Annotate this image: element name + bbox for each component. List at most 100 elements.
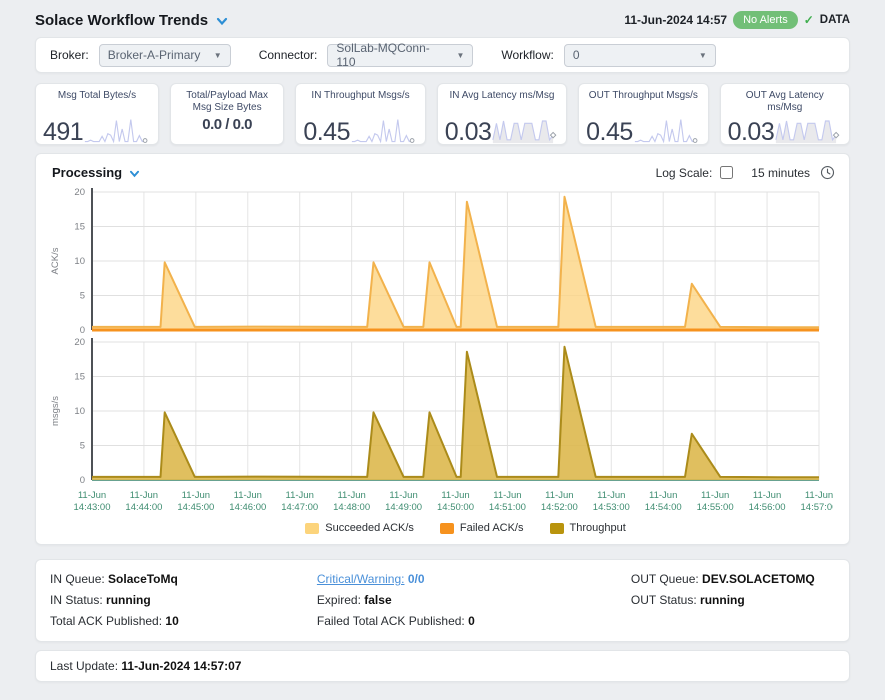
legend-label: Failed ACK/s xyxy=(460,522,524,534)
broker-select[interactable]: Broker-A-Primary ▼ xyxy=(99,44,231,67)
details-col-out: OUT Queue: DEV.SOLACETOMQ OUT Status: ru… xyxy=(631,569,835,632)
header-timestamp: 11-Jun-2024 14:57 xyxy=(624,13,727,27)
sparkline-chart xyxy=(633,113,701,145)
metric-label: IN Avg Latency ms/Msg xyxy=(445,90,559,113)
log-scale-label: Log Scale: xyxy=(656,166,713,180)
svg-text:15: 15 xyxy=(74,372,85,383)
svg-text:11-Jun14:48:00: 11-Jun14:48:00 xyxy=(333,490,370,513)
svg-text:11-Jun14:57:00: 11-Jun14:57:00 xyxy=(801,490,833,513)
legend-item[interactable]: Succeeded ACK/s xyxy=(305,522,414,534)
last-update-value: 11-Jun-2024 14:57:07 xyxy=(121,659,241,673)
log-scale-checkbox[interactable] xyxy=(720,166,733,179)
no-alerts-badge: No Alerts xyxy=(733,11,798,29)
msgs-per-sec-chart: 05101520msgs/s xyxy=(46,336,833,486)
out-queue-label: OUT Queue: xyxy=(631,572,699,586)
svg-text:11-Jun14:54:00: 11-Jun14:54:00 xyxy=(645,490,682,513)
expired-value: false xyxy=(364,593,391,607)
in-status-label: IN Status: xyxy=(50,593,103,607)
metric-label: Total/Payload Max Msg Size Bytes xyxy=(178,90,276,113)
last-update-panel: Last Update: 11-Jun-2024 14:57:07 xyxy=(35,650,850,682)
processing-panel: Processing Log Scale: 15 minutes 0 5 10 15 2… xyxy=(35,153,850,545)
in-queue-label: IN Queue: xyxy=(50,572,105,586)
svg-text:20: 20 xyxy=(74,337,85,348)
metric-value: 0.03 xyxy=(445,121,492,145)
metric-label: IN Throughput Msgs/s xyxy=(303,90,417,113)
svg-text:msgs/s: msgs/s xyxy=(50,396,61,426)
data-check-icon: ✓ xyxy=(804,13,814,27)
metric-label: Msg Total Bytes/s xyxy=(43,90,151,113)
chart-legend: Succeeded ACK/s Failed ACK/s Throughput xyxy=(92,522,839,534)
svg-text:11-Jun14:45:00: 11-Jun14:45:00 xyxy=(177,490,214,513)
connector-label: Connector: xyxy=(259,48,318,62)
total-ack-published-value: 10 xyxy=(165,614,178,628)
sparkline-chart xyxy=(83,113,151,145)
processing-title: Processing xyxy=(52,165,122,180)
out-status-value: running xyxy=(700,593,745,607)
metric-value: 0.45 xyxy=(303,121,350,145)
broker-label: Broker: xyxy=(50,48,89,62)
connector-select-value: SolLab-MQConn-110 xyxy=(336,41,448,69)
metric-card-max-msg-size: Total/Payload Max Msg Size Bytes 0.0 / 0… xyxy=(170,83,284,145)
metric-card-out-throughput: OUT Throughput Msgs/s 0.45 xyxy=(578,83,708,145)
svg-text:11-Jun14:47:00: 11-Jun14:47:00 xyxy=(281,490,318,513)
svg-text:0: 0 xyxy=(80,475,85,486)
metric-value: 0.0 / 0.0 xyxy=(178,118,276,132)
ack-per-sec-chart: 05101520ACK/s xyxy=(46,186,833,336)
expired-label: Expired: xyxy=(317,593,361,607)
in-status-value: running xyxy=(106,593,151,607)
svg-text:0: 0 xyxy=(80,325,85,336)
legend-swatch xyxy=(440,523,454,534)
legend-swatch xyxy=(550,523,564,534)
last-update-label: Last Update: xyxy=(50,659,118,673)
legend-label: Throughput xyxy=(570,522,626,534)
legend-label: Succeeded ACK/s xyxy=(325,522,414,534)
failed-total-ack-label: Failed Total ACK Published: xyxy=(317,614,465,628)
svg-text:11-Jun14:51:00: 11-Jun14:51:00 xyxy=(489,490,526,513)
failed-total-ack-value: 0 xyxy=(468,614,475,628)
metric-label: OUT Avg Latency ms/Msg xyxy=(728,90,842,113)
title-dropdown-chevron-icon[interactable] xyxy=(216,17,228,26)
chevron-down-icon: ▼ xyxy=(214,51,222,60)
connector-select[interactable]: SolLab-MQConn-110 ▼ xyxy=(327,44,473,67)
workflow-select-value: 0 xyxy=(573,48,580,62)
workflow-details-panel: IN Queue: SolaceToMq IN Status: running … xyxy=(35,559,850,642)
legend-item[interactable]: Failed ACK/s xyxy=(440,522,524,534)
svg-text:11-Jun14:53:00: 11-Jun14:53:00 xyxy=(593,490,630,513)
svg-text:10: 10 xyxy=(74,256,85,267)
svg-text:11-Jun14:56:00: 11-Jun14:56:00 xyxy=(749,490,786,513)
svg-text:15: 15 xyxy=(74,222,85,233)
svg-text:5: 5 xyxy=(80,291,85,302)
page-title: Solace Workflow Trends xyxy=(35,12,208,29)
processing-dropdown-chevron-icon[interactable] xyxy=(129,170,140,178)
clock-icon[interactable] xyxy=(820,165,835,180)
legend-item[interactable]: Throughput xyxy=(550,522,626,534)
sparkline-chart xyxy=(491,113,559,145)
svg-text:11-Jun14:50:00: 11-Jun14:50:00 xyxy=(437,490,474,513)
svg-text:11-Jun14:46:00: 11-Jun14:46:00 xyxy=(229,490,266,513)
details-col-mid: Critical/Warning: 0/0 Expired: false Fai… xyxy=(317,569,631,632)
metric-cards-row: Msg Total Bytes/s 491 Total/Payload Max … xyxy=(35,83,850,145)
metric-value: 491 xyxy=(43,121,83,145)
data-badge: DATA xyxy=(820,14,850,26)
svg-text:11-Jun14:43:00: 11-Jun14:43:00 xyxy=(74,490,111,513)
metric-value: 0.03 xyxy=(728,121,775,145)
time-axis: 11-Jun14:43:00 11-Jun14:44:00 11-Jun14:45:… xyxy=(46,486,833,520)
svg-text:11-Jun14:52:00: 11-Jun14:52:00 xyxy=(541,490,578,513)
workflow-select[interactable]: 0 ▼ xyxy=(564,44,716,67)
workflow-label: Workflow: xyxy=(501,48,553,62)
svg-text:ACK/s: ACK/s xyxy=(50,247,61,274)
in-queue-value: SolaceToMq xyxy=(108,572,178,586)
metric-card-in-avg-latency: IN Avg Latency ms/Msg 0.03 xyxy=(437,83,567,145)
legend-swatch xyxy=(305,523,319,534)
critical-warning-link[interactable]: Critical/Warning: xyxy=(317,572,405,586)
metric-value: 0.45 xyxy=(586,121,633,145)
critical-warning-value: 0/0 xyxy=(408,572,425,586)
chevron-down-icon: ▼ xyxy=(699,51,707,60)
time-range-label: 15 minutes xyxy=(751,166,810,180)
filter-bar: Broker: Broker-A-Primary ▼ Connector: So… xyxy=(35,37,850,73)
metric-card-in-throughput: IN Throughput Msgs/s 0.45 xyxy=(295,83,425,145)
chevron-down-icon: ▼ xyxy=(456,51,464,60)
svg-text:11-Jun14:44:00: 11-Jun14:44:00 xyxy=(125,490,162,513)
header: Solace Workflow Trends 11-Jun-2024 14:57… xyxy=(35,0,850,37)
svg-text:5: 5 xyxy=(80,441,85,452)
